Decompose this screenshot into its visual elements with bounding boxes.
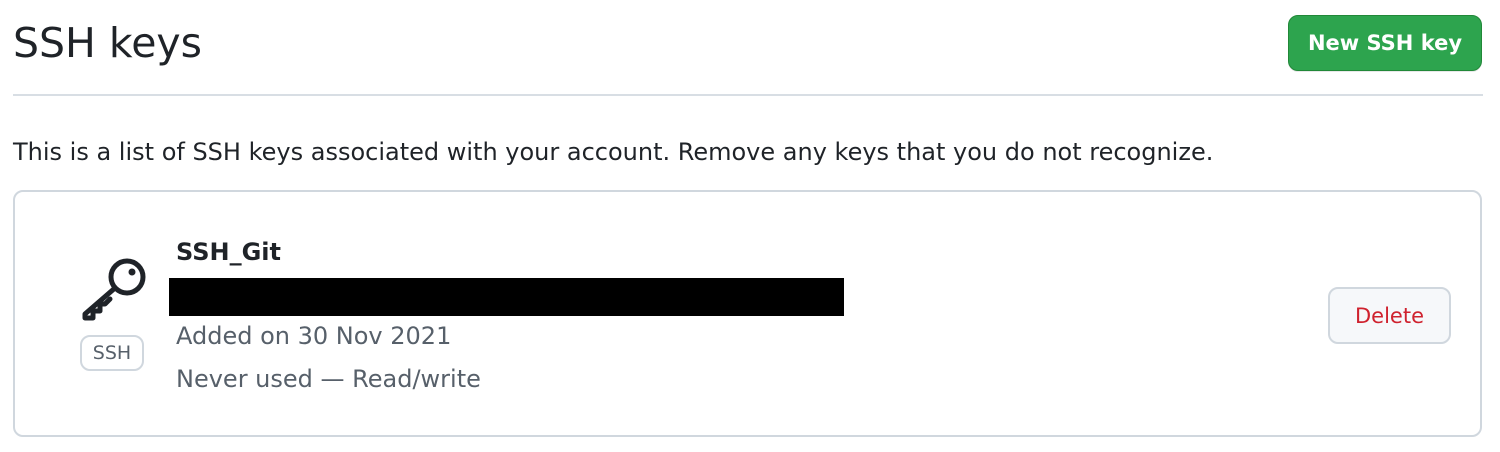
page-title: SSH keys: [13, 19, 203, 67]
delete-key-button[interactable]: Delete: [1328, 287, 1451, 344]
key-fingerprint-redacted: [169, 278, 844, 316]
key-added-date: Added on 30 Nov 2021: [176, 322, 452, 350]
key-usage-status: Never used — Read/write: [176, 365, 481, 393]
ssh-key-item: SSH SSH_Git Added on 30 Nov 2021 Never u…: [13, 190, 1482, 437]
key-icon: [77, 256, 151, 324]
key-title: SSH_Git: [176, 238, 281, 266]
page-description: This is a list of SSH keys associated wi…: [13, 138, 1214, 166]
new-ssh-key-button[interactable]: New SSH key: [1288, 15, 1482, 71]
key-type-badge: SSH: [80, 335, 144, 371]
header-divider: [13, 94, 1483, 96]
